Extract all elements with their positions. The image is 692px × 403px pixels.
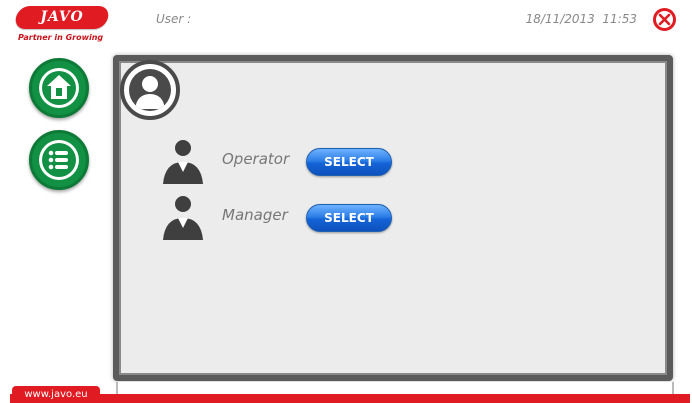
panel-user-avatar xyxy=(120,60,180,120)
user-icon xyxy=(135,76,165,109)
close-button[interactable] xyxy=(653,8,676,31)
home-button[interactable] xyxy=(29,58,89,118)
operator-label: Operator xyxy=(222,150,290,168)
footer-bar xyxy=(10,394,690,403)
logo-text: JAVO xyxy=(40,9,84,25)
select-manager-button[interactable]: SELECT xyxy=(306,204,392,232)
manager-label: Manager xyxy=(222,206,288,224)
manager-user-icon xyxy=(163,196,203,240)
close-icon xyxy=(658,13,671,26)
list-icon xyxy=(42,143,76,177)
role-row-manager: Manager SELECT xyxy=(160,196,460,240)
logo-badge: JAVO xyxy=(13,6,111,29)
menu-button[interactable] xyxy=(29,130,89,190)
menu-button-face xyxy=(39,140,79,180)
bottom-strip xyxy=(116,382,674,394)
user-label: User : xyxy=(156,12,192,26)
website-link[interactable]: www.javo.eu xyxy=(12,386,100,403)
home-button-face xyxy=(39,68,79,108)
date-time: 18/11/2013 11:53 xyxy=(525,12,637,26)
javo-logo: JAVO Partner in Growing xyxy=(12,6,124,46)
logo-tagline: Partner in Growing xyxy=(18,33,104,42)
role-row-operator: Operator SELECT xyxy=(160,140,460,184)
home-icon xyxy=(42,71,76,105)
operator-user-icon xyxy=(163,140,203,184)
select-operator-button[interactable]: SELECT xyxy=(306,148,392,176)
